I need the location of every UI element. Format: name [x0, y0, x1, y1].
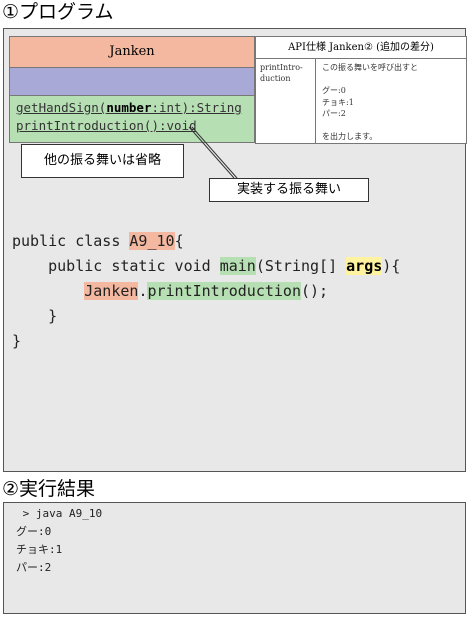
uml-operations-section: getHandSign(number:int):String printIntr…	[10, 96, 254, 142]
program-panel: Janken getHandSign(number:int):String pr…	[3, 28, 467, 472]
api-method-line: printIntro-	[260, 63, 303, 72]
uml-attributes-section	[10, 67, 254, 96]
api-desc-line: チョキ:1	[322, 97, 354, 107]
code-line: public static void main(String[] args){	[12, 256, 400, 276]
output-command: > java A9_10	[16, 507, 103, 520]
code-class-name: A9_10	[129, 232, 175, 250]
output-line: グー:0	[16, 525, 52, 538]
api-desc-line: を出力します。	[322, 132, 378, 141]
api-spec-table: API仕様 Janken② (追加の差分) printIntro- ductio…	[255, 36, 467, 144]
code-line: Janken.printIntroduction();	[12, 281, 328, 301]
output-line: パー:2	[16, 561, 52, 574]
code-line: public class A9_10{	[12, 231, 184, 251]
code-line: }	[12, 307, 58, 325]
api-desc-line	[322, 120, 462, 132]
op1-param: number	[106, 100, 152, 115]
output-line: チョキ:1	[16, 543, 63, 556]
code-token: (String[]	[255, 257, 347, 275]
code-args: args	[346, 257, 383, 275]
op1-suffix: :int):String	[151, 100, 242, 115]
callout-omitted-behaviors: 他の振る舞いは省略	[21, 144, 184, 178]
code-token: ();	[301, 282, 329, 300]
uml-class-diagram: Janken getHandSign(number:int):String pr…	[9, 36, 255, 143]
uml-class-name: Janken	[10, 37, 254, 67]
code-token: public static void	[12, 257, 220, 275]
api-desc-line: グー:0	[322, 86, 346, 95]
code-class-ref: Janken	[84, 282, 139, 300]
section-title-program: ①プログラム	[2, 1, 114, 23]
api-desc-line	[322, 74, 462, 86]
code-line: }	[12, 332, 22, 350]
api-method-name: printIntro- duction	[256, 59, 316, 143]
uml-operation-printintroduction: printIntroduction():void	[16, 118, 197, 133]
code-token: ){	[382, 257, 401, 275]
uml-operation-gethandsign: getHandSign(number:int):String	[16, 100, 242, 115]
api-desc-line: この振る舞いを呼び出すと	[322, 63, 418, 72]
api-desc-line: パー:2	[322, 109, 346, 118]
code-token: public class	[12, 232, 130, 250]
code-main-method: main	[219, 257, 256, 275]
api-method-description: この振る舞いを呼び出すと グー:0 チョキ:1 パー:2 を出力します。	[318, 59, 466, 143]
op1-prefix: getHandSign(	[16, 100, 107, 115]
api-spec-title: API仕様 Janken② (追加の差分)	[256, 37, 466, 59]
callout-implement-behavior: 実装する振る舞い	[209, 178, 369, 202]
code-method-call: printIntroduction	[147, 282, 301, 300]
section-title-result: ②実行結果	[2, 478, 96, 500]
code-token: {	[174, 232, 184, 250]
api-method-line: duction	[260, 74, 291, 83]
output-panel: > java A9_10 グー:0 チョキ:1 パー:2	[3, 502, 466, 614]
